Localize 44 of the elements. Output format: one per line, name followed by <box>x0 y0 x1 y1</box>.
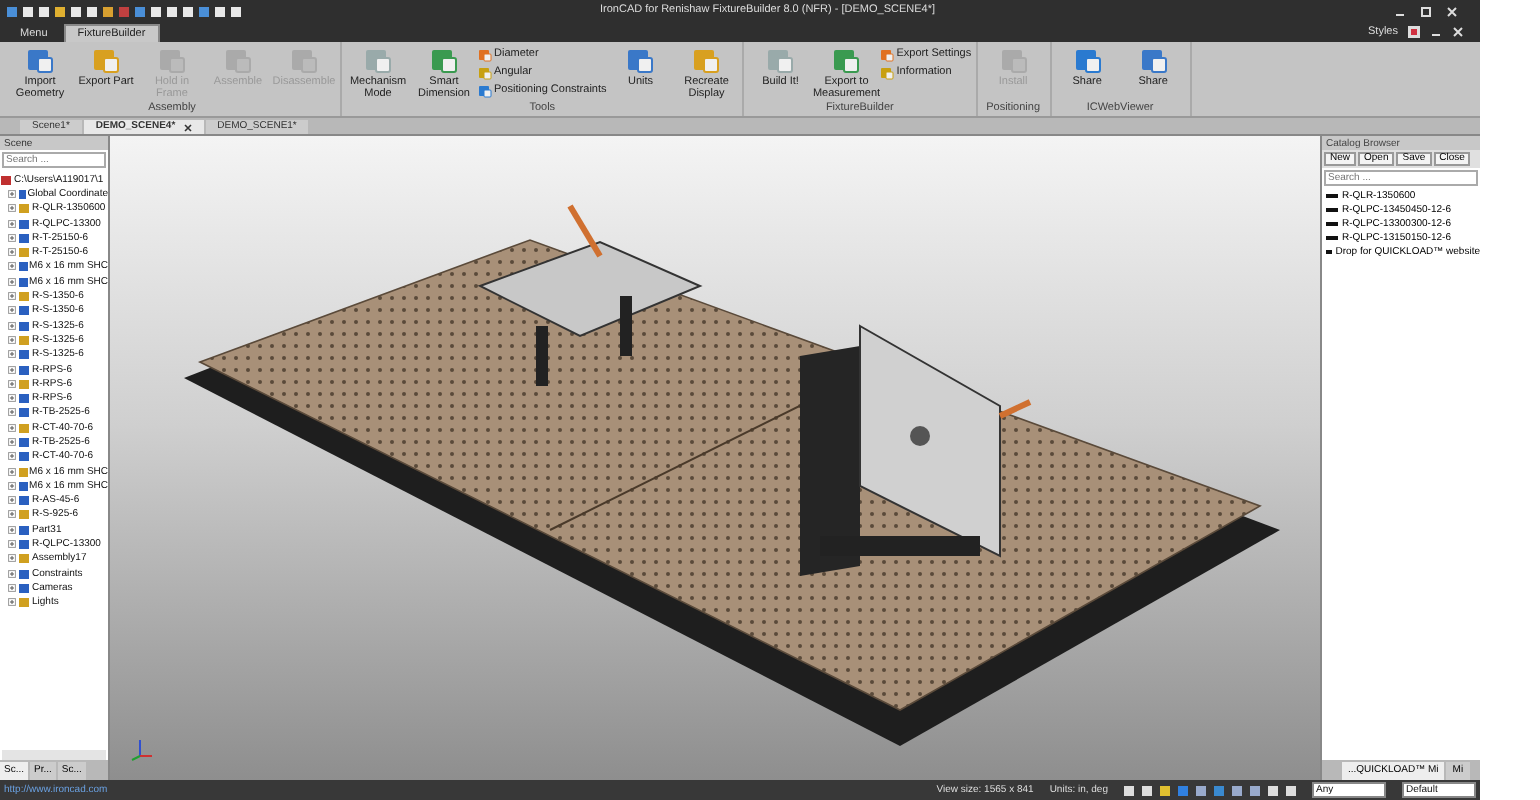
expand-toggle[interactable] <box>8 219 16 228</box>
tool-icon <box>1139 46 1168 74</box>
expand-toggle[interactable] <box>8 452 16 461</box>
tool-icon <box>626 46 655 74</box>
expand-toggle[interactable] <box>8 525 16 534</box>
expand-toggle[interactable] <box>8 496 16 505</box>
expand-toggle[interactable] <box>8 233 16 242</box>
expand-toggle[interactable] <box>8 277 16 286</box>
expand-toggle[interactable] <box>8 598 16 607</box>
tool-icon <box>26 46 54 74</box>
expand-toggle[interactable] <box>8 554 16 563</box>
expand-toggle[interactable] <box>8 467 16 476</box>
tool-icon <box>1073 46 1102 74</box>
expand-toggle[interactable] <box>8 540 16 549</box>
expand-toggle[interactable] <box>8 365 16 373</box>
tool-icon <box>92 46 120 74</box>
style-icon[interactable] <box>1408 26 1420 38</box>
expand-toggle[interactable] <box>8 350 16 359</box>
tool-icon <box>766 46 795 74</box>
restore-icon[interactable] <box>1420 6 1432 18</box>
expand-toggle[interactable] <box>8 394 16 403</box>
expand-toggle[interactable] <box>8 248 16 257</box>
expand-toggle[interactable] <box>8 423 16 432</box>
axis-triad-icon <box>131 739 153 761</box>
expand-toggle[interactable] <box>8 481 16 490</box>
expand-toggle[interactable] <box>8 292 16 301</box>
tool-icon <box>430 46 458 74</box>
expand-toggle[interactable] <box>8 437 16 446</box>
expand-toggle[interactable] <box>8 583 16 592</box>
expand-toggle[interactable] <box>8 510 16 519</box>
close-icon[interactable] <box>183 123 192 131</box>
expand-toggle[interactable] <box>8 204 16 213</box>
scrollbar[interactable] <box>2 750 106 760</box>
expand-toggle[interactable] <box>8 262 16 271</box>
tool-icon <box>692 46 721 74</box>
expand-toggle[interactable] <box>8 306 16 315</box>
tool-icon <box>364 46 392 74</box>
expand-toggle[interactable] <box>8 189 16 198</box>
expand-toggle[interactable] <box>8 379 16 388</box>
expand-toggle[interactable] <box>8 569 16 578</box>
tool-icon <box>832 46 861 74</box>
expand-toggle[interactable] <box>8 321 16 330</box>
expand-toggle[interactable] <box>8 408 16 417</box>
expand-toggle[interactable] <box>8 335 16 344</box>
